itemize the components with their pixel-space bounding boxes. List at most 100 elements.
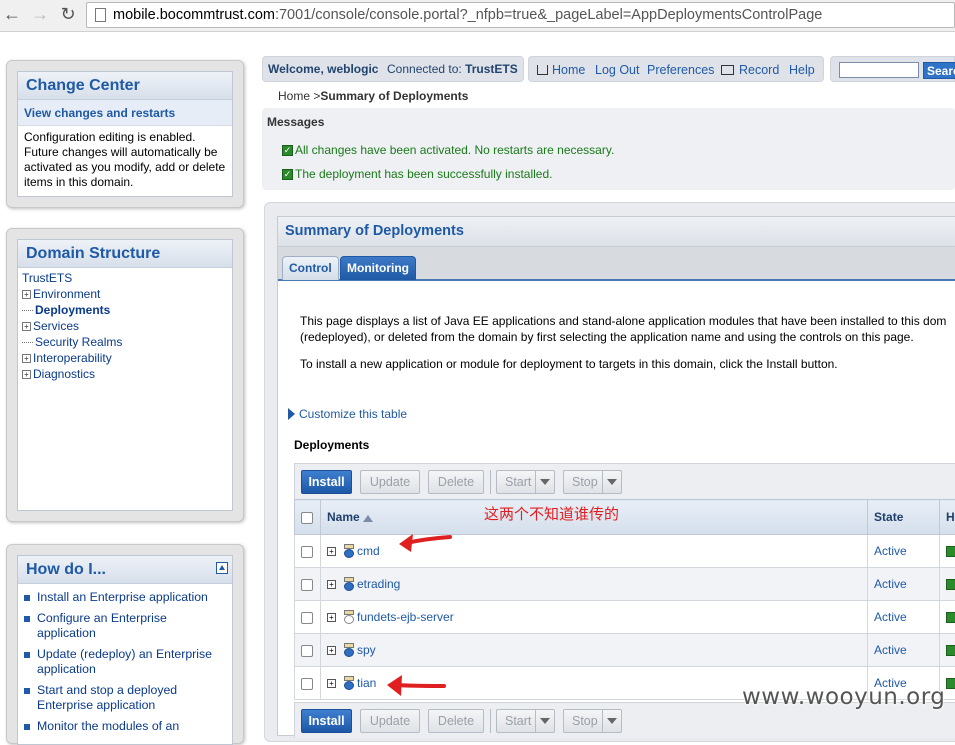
expand-icon[interactable]: + — [22, 290, 31, 299]
row-select-cell — [295, 568, 321, 601]
deployment-link[interactable]: etrading — [357, 577, 400, 591]
row-checkbox[interactable] — [301, 579, 313, 591]
expand-icon[interactable]: + — [22, 322, 31, 331]
app-icon — [343, 676, 355, 690]
search-button[interactable]: Search — [923, 62, 955, 79]
address-bar[interactable]: mobile.bocommtrust.com:7001/console/cons… — [86, 2, 955, 28]
deployment-link[interactable]: cmd — [357, 544, 380, 558]
page-icon — [95, 8, 106, 22]
description-line: (redeployed), or deleted from the domain… — [300, 329, 955, 345]
tree-item-services[interactable]: +Services — [22, 318, 228, 334]
table-row: +etrading Active — [295, 568, 955, 601]
how-do-i-link[interactable]: Monitor the modules of an — [37, 719, 179, 734]
tab-control[interactable]: Control — [282, 256, 339, 280]
dropdown-arrow-icon[interactable] — [602, 471, 621, 493]
start-button[interactable]: Start — [496, 709, 555, 733]
delete-button[interactable]: Delete — [428, 470, 484, 494]
expand-triangle-icon — [288, 408, 295, 420]
dropdown-arrow-icon[interactable] — [535, 710, 554, 732]
how-do-i-item[interactable]: Install an Enterprise application — [24, 590, 228, 605]
row-checkbox[interactable] — [301, 546, 313, 558]
tree-item-environment[interactable]: +Environment — [22, 286, 228, 302]
tree-item-label: Interoperability — [33, 350, 112, 366]
stop-button[interactable]: Stop — [563, 709, 622, 733]
forward-icon[interactable]: → — [30, 4, 50, 24]
page-title: Summary of Deployments — [285, 223, 464, 239]
select-all-checkbox[interactable] — [301, 512, 313, 524]
collapse-icon[interactable] — [216, 562, 228, 574]
dropdown-arrow-icon[interactable] — [602, 710, 621, 732]
row-checkbox[interactable] — [301, 612, 313, 624]
expand-icon[interactable]: + — [327, 613, 336, 622]
customize-label: Customize this table — [299, 407, 407, 421]
tree-item-deployments[interactable]: Deployments — [22, 302, 228, 318]
message-item: ✓All changes have been activated. No res… — [282, 143, 614, 157]
tab-monitoring[interactable]: Monitoring — [340, 256, 416, 280]
update-button[interactable]: Update — [360, 470, 420, 494]
expand-icon[interactable]: + — [327, 646, 336, 655]
name-cell: + etrading — [320, 568, 867, 601]
view-changes-link[interactable]: View changes and restarts — [18, 100, 232, 126]
red-arrow-icon — [384, 672, 446, 702]
customize-table-link[interactable]: Customize this table — [288, 407, 407, 421]
expand-icon[interactable]: + — [327, 580, 336, 589]
app-icon — [343, 577, 355, 591]
deployment-link[interactable]: spy — [357, 643, 376, 657]
breadcrumb-home[interactable]: Home > — [278, 89, 320, 103]
record-link[interactable]: Record — [721, 63, 779, 77]
tree-item-interoperability[interactable]: +Interoperability — [22, 350, 228, 366]
expand-icon[interactable]: + — [327, 679, 336, 688]
message-text: The deployment has been successfully ins… — [295, 167, 552, 181]
back-icon[interactable]: ← — [2, 4, 22, 24]
tree-item-security-realms[interactable]: Security Realms — [22, 334, 228, 350]
how-do-i-item[interactable]: Configure an Enterprise application — [24, 611, 228, 641]
tree-root-label: TrustETS — [22, 270, 72, 286]
reload-icon[interactable]: ↻ — [58, 4, 78, 24]
sort-ascending-icon[interactable] — [363, 514, 373, 522]
breadcrumb: Home >Summary of Deployments — [278, 89, 468, 103]
logout-link[interactable]: Log Out — [595, 63, 639, 77]
how-do-i-item[interactable]: Start and stop a deployed Enterprise app… — [24, 683, 228, 713]
messages-box: Messages ✓All changes have been activate… — [262, 108, 955, 190]
table-row: +fundets-ejb-server Active — [295, 601, 955, 634]
preferences-link[interactable]: Preferences — [647, 63, 714, 77]
stop-button[interactable]: Stop — [563, 470, 622, 494]
expand-icon[interactable]: + — [327, 547, 336, 556]
how-do-i-link[interactable]: Update (redeploy) an Enterprise applicat… — [37, 647, 228, 677]
tree-item-diagnostics[interactable]: +Diagnostics — [22, 366, 228, 382]
update-button[interactable]: Update — [360, 709, 420, 733]
domain-tree: TrustETS +Environment Deployments +Servi… — [18, 268, 232, 384]
search-input[interactable] — [839, 62, 919, 78]
dropdown-arrow-icon[interactable] — [535, 471, 554, 493]
name-cell: + spy — [320, 634, 867, 667]
change-center-panel: Change Center View changes and restarts … — [6, 60, 244, 208]
deployments-table: Name State H +cmd Active +etrading Activ… — [294, 499, 955, 700]
help-link[interactable]: Help — [789, 63, 815, 77]
tree-root[interactable]: TrustETS — [22, 270, 228, 286]
health-column-header[interactable]: H — [939, 500, 955, 535]
expand-icon[interactable]: + — [22, 370, 31, 379]
stop-label: Stop — [572, 714, 598, 728]
deployment-link[interactable]: tian — [357, 676, 376, 690]
app-icon — [343, 544, 355, 558]
state-column-header[interactable]: State — [868, 500, 940, 535]
row-checkbox[interactable] — [301, 678, 313, 690]
messages-label: Messages — [267, 115, 324, 129]
expand-icon[interactable]: + — [22, 354, 31, 363]
how-do-i-link[interactable]: Configure an Enterprise application — [37, 611, 228, 641]
domain-structure-title: Domain Structure — [18, 240, 232, 268]
tab-bar: Control Monitoring — [278, 247, 955, 281]
how-do-i-link[interactable]: Install an Enterprise application — [37, 590, 208, 605]
row-checkbox[interactable] — [301, 645, 313, 657]
url-host: mobile.bocommtrust.com — [113, 7, 275, 23]
home-link[interactable]: Home — [537, 63, 585, 77]
how-do-i-item[interactable]: Monitor the modules of an — [24, 719, 228, 734]
deployment-link[interactable]: fundets-ejb-server — [357, 610, 454, 624]
install-button[interactable]: Install — [301, 709, 352, 733]
start-button[interactable]: Start — [496, 470, 555, 494]
how-do-i-item[interactable]: Update (redeploy) an Enterprise applicat… — [24, 647, 228, 677]
delete-button[interactable]: Delete — [428, 709, 484, 733]
how-do-i-link[interactable]: Start and stop a deployed Enterprise app… — [37, 683, 228, 713]
url-text[interactable]: mobile.bocommtrust.com:7001/console/cons… — [113, 7, 822, 23]
install-button[interactable]: Install — [301, 470, 352, 494]
